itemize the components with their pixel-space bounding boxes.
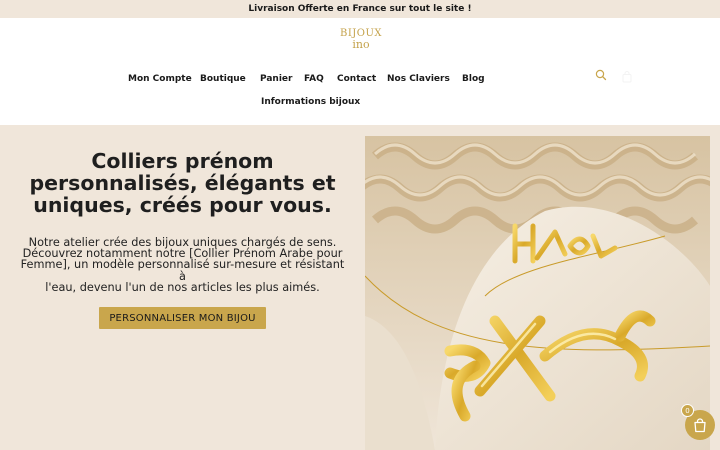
hero-description: Notre atelier crée des bijoux uniques ch… bbox=[16, 237, 349, 293]
logo[interactable]: BIJOUX ino bbox=[336, 28, 386, 54]
logo-line-2: ino bbox=[352, 38, 370, 51]
nav-boutique[interactable]: Boutique bbox=[200, 74, 246, 84]
nav-blog[interactable]: Blog bbox=[462, 74, 485, 84]
hero-headline: Colliers prénom personnalisés, élégants … bbox=[14, 150, 351, 216]
shopping-bag-icon bbox=[694, 417, 706, 432]
hero-description-line: Femme], un modèle personnalisé sur-mesur… bbox=[20, 258, 345, 283]
search-icon[interactable] bbox=[594, 67, 608, 81]
hero-headline-line: personnalisés, élégants et bbox=[29, 171, 336, 195]
nav-faq[interactable]: FAQ bbox=[304, 74, 324, 84]
hero-description-line: l'eau, devenu l'un de nos articles les p… bbox=[45, 280, 320, 294]
announcement-bar: Livraison Offerte en France sur tout le … bbox=[0, 0, 720, 18]
announcement-text: Livraison Offerte en France sur tout le … bbox=[248, 4, 472, 14]
nav-panier[interactable]: Panier bbox=[260, 74, 292, 84]
hero-headline-line: uniques, créés pour vous. bbox=[33, 193, 332, 217]
personaliser-button[interactable]: PERSONNALISER MON BIJOU bbox=[99, 307, 266, 329]
cart-icon[interactable] bbox=[622, 68, 632, 83]
site-header: BIJOUX ino Mon Compte Boutique Panier FA… bbox=[0, 18, 720, 125]
hero-product-image bbox=[365, 136, 710, 450]
nav-mon-compte[interactable]: Mon Compte bbox=[128, 74, 192, 84]
hero-headline-line: Colliers prénom bbox=[91, 149, 274, 173]
nav-nos-claviers[interactable]: Nos Claviers bbox=[387, 74, 450, 84]
nav-informations-bijoux[interactable]: Informations bijoux bbox=[261, 97, 360, 107]
cart-count-badge: 0 bbox=[681, 404, 694, 417]
nav-contact[interactable]: Contact bbox=[337, 74, 376, 84]
